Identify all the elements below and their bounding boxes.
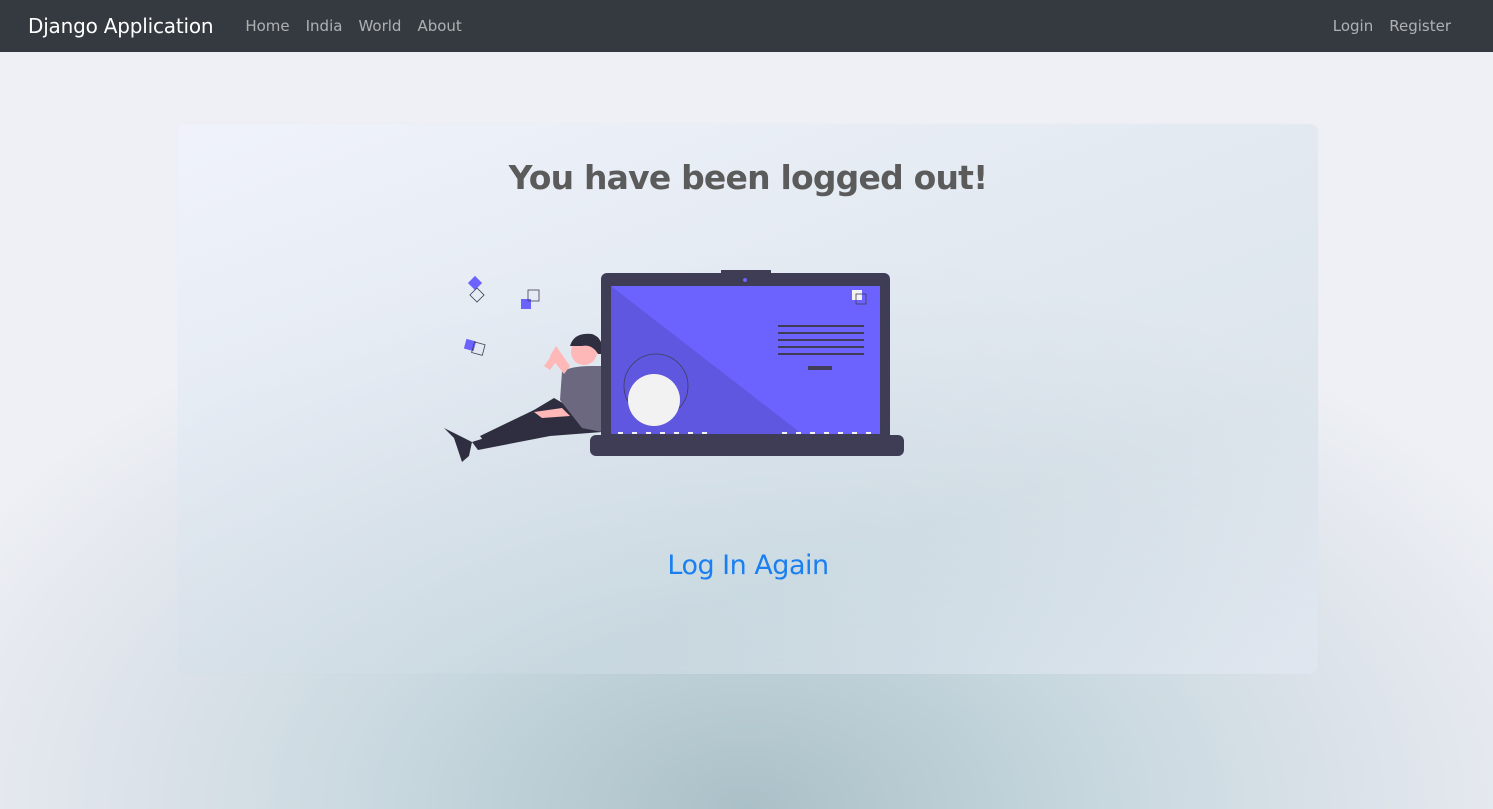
nav-link-login[interactable]: Login [1325,17,1381,35]
floating-squares [463,275,540,356]
nav-link-india[interactable]: India [298,17,351,35]
nav-link-about[interactable]: About [409,17,469,35]
laptop [590,270,904,456]
page-title: You have been logged out! [508,158,989,197]
logged-out-illustration [444,270,904,462]
nav-link-register[interactable]: Register [1381,17,1459,35]
nav-link-home[interactable]: Home [237,17,297,35]
navbar-brand[interactable]: Django Application [28,14,214,38]
log-in-again-link[interactable]: Log In Again [178,550,1318,581]
nav-left-links: Home India World About [237,17,469,35]
person-figure [444,333,603,462]
logout-card: You have been logged out! Log In Again [178,124,1318,674]
navbar: Django Application Home India World Abou… [0,0,1493,52]
nav-link-world[interactable]: World [350,17,409,35]
nav-right-links: Login Register [1325,17,1459,35]
